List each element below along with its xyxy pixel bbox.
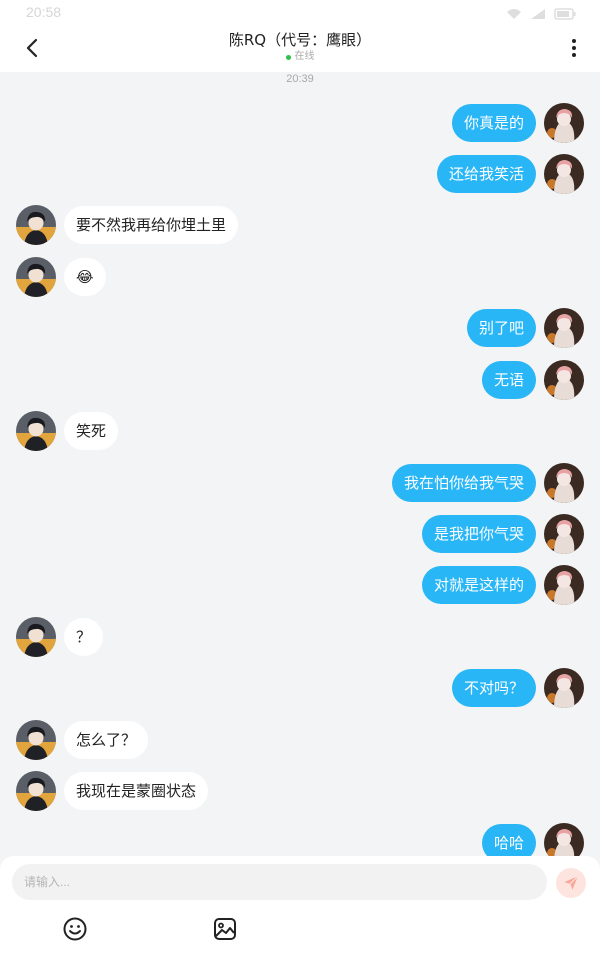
image-button[interactable]	[212, 916, 238, 942]
contact-avatar[interactable]	[16, 771, 56, 811]
my-avatar[interactable]	[544, 565, 584, 605]
message-list[interactable]: 20:39 你真是的还给我笑活要不然我再给你埋土里 😂 别了吧无语笑死我在怕你给我气…	[0, 72, 600, 856]
contact-title-block: 陈RQ（代号：鹰眼） 在线	[100, 30, 500, 64]
outgoing-message: 是我把你气哭	[0, 514, 600, 554]
outgoing-message: 你真是的	[0, 103, 600, 143]
signal-icon	[530, 5, 546, 24]
my-avatar[interactable]	[544, 154, 584, 194]
incoming-message: 怎么了？	[0, 720, 600, 760]
my-avatar[interactable]	[544, 823, 584, 856]
more-vertical-icon	[572, 39, 576, 43]
incoming-message: 要不然我再给你埋土里	[0, 205, 600, 245]
status-time: 20:58	[26, 4, 62, 20]
chat-screen: 20:58 陈RQ（代号：鹰眼） 在线 20:39 你真是的 还给我笑活 要不然…	[0, 0, 600, 960]
contact-avatar[interactable]	[16, 205, 56, 245]
wifi-icon	[506, 5, 522, 24]
message-bubble[interactable]: 是我把你气哭	[421, 515, 536, 553]
contact-avatar[interactable]	[16, 720, 56, 760]
online-status: 在线	[100, 50, 500, 64]
message-bubble[interactable]: 要不然我再给你埋土里	[64, 206, 239, 244]
online-label: 在线	[294, 51, 315, 62]
outgoing-message: 我在怕你给我气哭	[0, 463, 600, 503]
outgoing-message: 对就是这样的	[0, 565, 600, 605]
incoming-message: 😂	[0, 257, 600, 297]
emoji-button[interactable]	[62, 916, 88, 942]
more-options-button[interactable]	[562, 34, 586, 62]
message-bubble[interactable]: 别了吧	[466, 309, 536, 347]
contact-name: 陈RQ（代号：鹰眼）	[228, 31, 372, 49]
send-button[interactable]	[556, 868, 586, 898]
back-button[interactable]	[16, 32, 48, 64]
my-avatar[interactable]	[544, 103, 584, 143]
contact-avatar[interactable]	[16, 617, 56, 657]
battery-icon	[554, 5, 576, 24]
input-bar	[0, 856, 600, 960]
contact-avatar[interactable]	[16, 411, 56, 451]
message-bubble[interactable]: 你真是的	[451, 104, 536, 142]
outgoing-message: 哈哈	[0, 823, 600, 856]
incoming-message: 笑死	[0, 411, 600, 451]
message-bubble[interactable]: 不对吗？	[451, 669, 536, 707]
message-bubble[interactable]: 无语	[481, 361, 536, 399]
message-bubble[interactable]: 😂	[64, 258, 106, 296]
message-bubble[interactable]: 笑死	[64, 412, 119, 450]
contact-avatar[interactable]	[16, 257, 56, 297]
emoji-icon	[63, 917, 87, 941]
message-bubble[interactable]: 还给我笑活	[436, 155, 536, 193]
message-bubble[interactable]: 我在怕你给我气哭	[391, 464, 536, 502]
incoming-message: ？	[0, 617, 600, 657]
image-icon	[214, 918, 236, 940]
my-avatar[interactable]	[544, 463, 584, 503]
message-input[interactable]	[12, 864, 547, 900]
online-dot	[285, 54, 291, 60]
my-avatar[interactable]	[544, 668, 584, 708]
incoming-message: 我现在是蒙圈状态	[0, 771, 600, 811]
status-bar: 20:58	[0, 0, 600, 24]
outgoing-message: 别了吧	[0, 308, 600, 348]
send-icon	[564, 875, 579, 890]
message-bubble[interactable]: ？	[64, 618, 104, 656]
my-avatar[interactable]	[544, 360, 584, 400]
message-bubble[interactable]: 我现在是蒙圈状态	[64, 772, 209, 810]
message-bubble[interactable]: 哈哈	[481, 824, 536, 856]
chevron-left-icon	[26, 38, 38, 58]
message-bubble[interactable]: 怎么了？	[64, 721, 149, 759]
outgoing-message: 无语	[0, 360, 600, 400]
my-avatar[interactable]	[544, 514, 584, 554]
message-timestamp: 20:39	[286, 73, 314, 85]
message-bubble[interactable]: 对就是这样的	[421, 566, 536, 604]
status-icons	[506, 5, 576, 24]
outgoing-message: 还给我笑活	[0, 154, 600, 194]
my-avatar[interactable]	[544, 308, 584, 348]
outgoing-message: 不对吗？	[0, 668, 600, 708]
chat-header: 陈RQ（代号：鹰眼） 在线	[0, 24, 600, 72]
